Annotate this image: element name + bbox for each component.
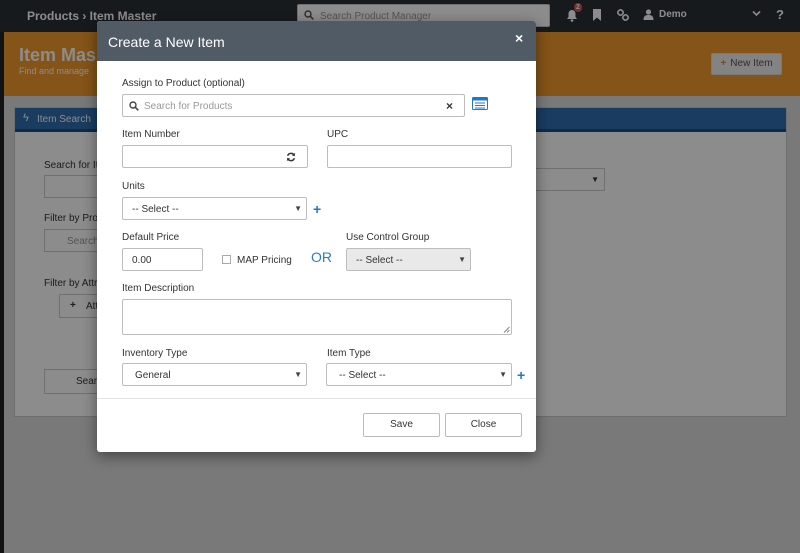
caret-down-icon: ▼ (499, 370, 507, 379)
control-group-label: Use Control Group (346, 232, 430, 243)
save-button[interactable]: Save (363, 413, 440, 437)
resize-handle-icon[interactable] (503, 326, 510, 333)
default-price-input[interactable]: 0.00 (122, 248, 203, 271)
add-item-type-icon[interactable]: + (517, 367, 525, 383)
list-view-icon[interactable] (472, 97, 488, 110)
close-icon[interactable]: × (515, 30, 523, 46)
inventory-type-label: Inventory Type (122, 348, 188, 359)
default-price-label: Default Price (122, 232, 180, 243)
item-type-label: Item Type (327, 348, 371, 359)
item-number-input[interactable] (122, 145, 308, 168)
modal-header: Create a New Item × (97, 21, 536, 61)
item-type-selected: -- Select -- (339, 370, 386, 381)
map-pricing-checkbox[interactable] (222, 255, 231, 264)
modal-title: Create a New Item (108, 34, 225, 50)
item-number-label: Item Number (122, 129, 180, 140)
caret-down-icon: ▼ (294, 204, 302, 213)
default-price-value: 0.00 (132, 255, 152, 266)
or-separator: OR (311, 249, 332, 265)
caret-down-icon: ▼ (294, 370, 302, 379)
inventory-type-select[interactable]: General ▼ (122, 363, 307, 386)
product-search-placeholder: Search for Products (144, 101, 233, 112)
description-textarea[interactable] (122, 299, 512, 335)
search-icon (129, 101, 139, 111)
product-search-input[interactable]: Search for Products × (122, 94, 465, 117)
add-unit-icon[interactable]: + (313, 201, 321, 217)
clear-icon[interactable]: × (446, 99, 453, 113)
inventory-type-selected: General (135, 370, 171, 381)
refresh-icon[interactable] (286, 152, 296, 162)
control-group-select[interactable]: -- Select -- ▼ (346, 248, 471, 271)
create-item-modal: Create a New Item × Assign to Product (o… (97, 21, 536, 452)
map-pricing-label: MAP Pricing (237, 255, 292, 266)
units-selected: -- Select -- (132, 204, 179, 215)
units-select[interactable]: -- Select -- ▼ (122, 197, 307, 220)
upc-input[interactable] (327, 145, 512, 168)
control-group-selected: -- Select -- (356, 255, 403, 266)
footer-divider (97, 398, 536, 399)
units-label: Units (122, 181, 145, 192)
caret-down-icon: ▼ (458, 255, 466, 264)
close-button[interactable]: Close (445, 413, 522, 437)
item-type-select[interactable]: -- Select -- ▼ (326, 363, 512, 386)
upc-label: UPC (327, 129, 349, 140)
description-label: Item Description (122, 283, 195, 294)
assign-product-label: Assign to Product (optional) (122, 78, 245, 89)
